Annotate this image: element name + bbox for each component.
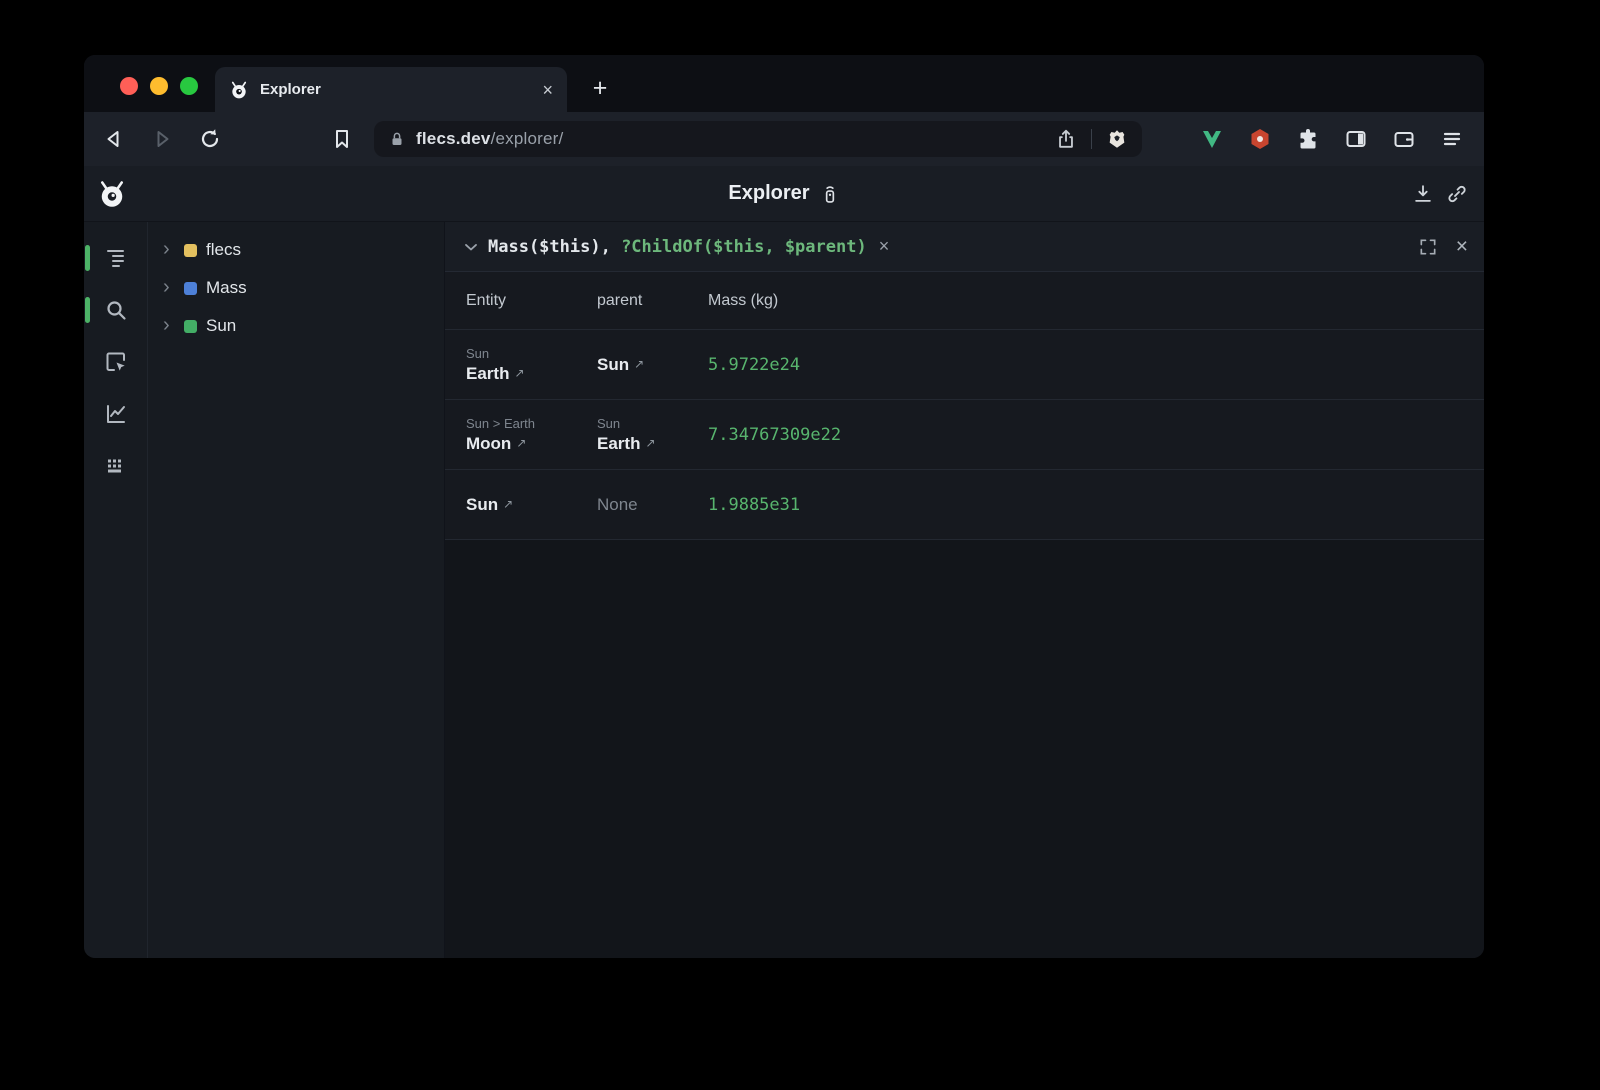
- open-link-icon: ↗: [516, 436, 526, 450]
- parent-link[interactable]: Sun ↗: [597, 355, 644, 375]
- open-link-icon: ↗: [503, 497, 513, 511]
- chevron-right-icon[interactable]: ›: [163, 277, 175, 297]
- mass-value: 1.9885e31: [708, 495, 1484, 515]
- query-clear-icon[interactable]: ×: [879, 236, 890, 257]
- page-title-group: Explorer: [728, 182, 839, 205]
- app-header: Explorer: [84, 166, 1484, 222]
- open-link-icon: ↗: [514, 366, 524, 380]
- stats-chart-icon[interactable]: [104, 402, 128, 426]
- sidebar-toggle-icon[interactable]: [1344, 127, 1368, 151]
- panel-close-icon[interactable]: ×: [1456, 236, 1468, 257]
- query-panel: Mass($this), ?ChildOf($this, $parent) × …: [445, 222, 1484, 958]
- open-link-icon: ↗: [645, 436, 655, 450]
- active-panel-indicator: [85, 297, 90, 323]
- page-title: Explorer: [728, 182, 809, 205]
- vue-devtools-icon[interactable]: [1200, 127, 1224, 151]
- reload-button[interactable]: [198, 127, 222, 151]
- tree-item-mass[interactable]: › Mass: [148, 269, 444, 307]
- search-icon[interactable]: [104, 298, 128, 322]
- tree-item-flecs[interactable]: › flecs: [148, 231, 444, 269]
- table-row: Sun Earth ↗ Sun ↗ 5.9722e24: [445, 330, 1484, 400]
- entity-tree-icon[interactable]: [104, 246, 128, 270]
- tree-item-label: flecs: [206, 240, 241, 260]
- entity-color-swatch: [184, 282, 197, 295]
- entity-tree-panel: › flecs › Mass › Sun: [148, 222, 445, 958]
- back-button[interactable]: [102, 127, 126, 151]
- minimize-window-button[interactable]: [150, 77, 168, 95]
- tree-item-label: Sun: [206, 316, 236, 336]
- wallet-icon[interactable]: [1392, 127, 1416, 151]
- chevron-down-icon[interactable]: [461, 237, 481, 257]
- inspect-icon[interactable]: [104, 350, 128, 374]
- parent-none-label: None: [597, 495, 708, 515]
- new-tab-button[interactable]: +: [587, 76, 613, 102]
- header-actions: [1412, 166, 1468, 221]
- address-bar[interactable]: flecs.dev/explorer/: [374, 121, 1142, 157]
- traffic-lights: [120, 77, 198, 95]
- chevron-right-icon[interactable]: ›: [163, 315, 175, 335]
- query-segment-plain: Mass($this),: [488, 237, 621, 257]
- forward-button[interactable]: [150, 127, 174, 151]
- extensions-puzzle-icon[interactable]: [1296, 127, 1320, 151]
- extension-cluster: [1200, 127, 1464, 151]
- column-header-mass: Mass (kg): [708, 292, 1484, 310]
- query-input[interactable]: Mass($this), ?ChildOf($this, $parent): [488, 237, 867, 257]
- tab-bar: Explorer × +: [84, 55, 1484, 112]
- browser-toolbar: flecs.dev/explorer/: [84, 112, 1484, 166]
- tree-item-label: Mass: [206, 278, 247, 298]
- tree-item-sun[interactable]: › Sun: [148, 307, 444, 345]
- chevron-right-icon[interactable]: ›: [163, 239, 175, 259]
- flecs-logo-icon: [97, 179, 127, 209]
- divider: [1091, 129, 1092, 149]
- mass-value: 7.34767309e22: [708, 425, 1484, 445]
- main-area: › flecs › Mass › Sun Mass($this), ?Chi: [84, 222, 1484, 958]
- active-panel-indicator: [85, 245, 90, 271]
- url-domain: flecs.dev: [416, 129, 491, 148]
- column-header-entity: Entity: [466, 292, 597, 310]
- brave-shields-icon[interactable]: [1106, 128, 1128, 150]
- entity-color-swatch: [184, 244, 197, 257]
- column-header-parent: parent: [597, 292, 708, 310]
- download-icon[interactable]: [1412, 183, 1434, 205]
- fullscreen-icon[interactable]: [1418, 237, 1438, 257]
- parent-parent-path: Sun: [597, 416, 708, 431]
- mass-value: 5.9722e24: [708, 355, 1484, 375]
- tab-close-icon[interactable]: ×: [542, 81, 553, 99]
- entity-link[interactable]: Earth ↗: [466, 364, 525, 384]
- share-icon[interactable]: [1055, 128, 1077, 150]
- query-results-empty-area: [445, 540, 1484, 958]
- close-window-button[interactable]: [120, 77, 138, 95]
- open-link-icon: ↗: [634, 357, 644, 371]
- entity-parent-path: Sun > Earth: [466, 416, 597, 431]
- entity-color-swatch: [184, 320, 197, 333]
- flecs-favicon: [229, 80, 249, 100]
- menu-icon[interactable]: [1440, 127, 1464, 151]
- url-text: flecs.dev/explorer/: [416, 129, 563, 149]
- table-header: Entity parent Mass (kg): [445, 272, 1484, 330]
- sidebar-icon-strip: [84, 222, 148, 958]
- tab-title: Explorer: [260, 81, 531, 98]
- tab-explorer[interactable]: Explorer ×: [215, 67, 567, 112]
- parent-link[interactable]: Earth ↗: [597, 434, 656, 454]
- entity-parent-path: Sun: [466, 346, 597, 361]
- query-segment-childof: ?ChildOf($this, $parent): [621, 237, 867, 257]
- connection-remote-icon[interactable]: [820, 184, 840, 204]
- bookmark-icon[interactable]: [330, 127, 354, 151]
- maximize-window-button[interactable]: [180, 77, 198, 95]
- entity-link[interactable]: Moon ↗: [466, 434, 526, 454]
- adblock-extension-icon[interactable]: [1248, 127, 1272, 151]
- table-row: Sun ↗ None 1.9885e31: [445, 470, 1484, 540]
- url-path: /explorer/: [491, 129, 564, 148]
- entity-link[interactable]: Sun ↗: [466, 495, 513, 515]
- browser-window: Explorer × + flecs.dev/explorer/: [84, 55, 1484, 958]
- lock-icon: [388, 130, 406, 148]
- table-row: Sun > Earth Moon ↗ Sun Earth ↗ 7.3476730…: [445, 400, 1484, 470]
- query-header: Mass($this), ?ChildOf($this, $parent) × …: [445, 222, 1484, 272]
- link-icon[interactable]: [1446, 183, 1468, 205]
- commands-grid-icon[interactable]: [104, 454, 128, 478]
